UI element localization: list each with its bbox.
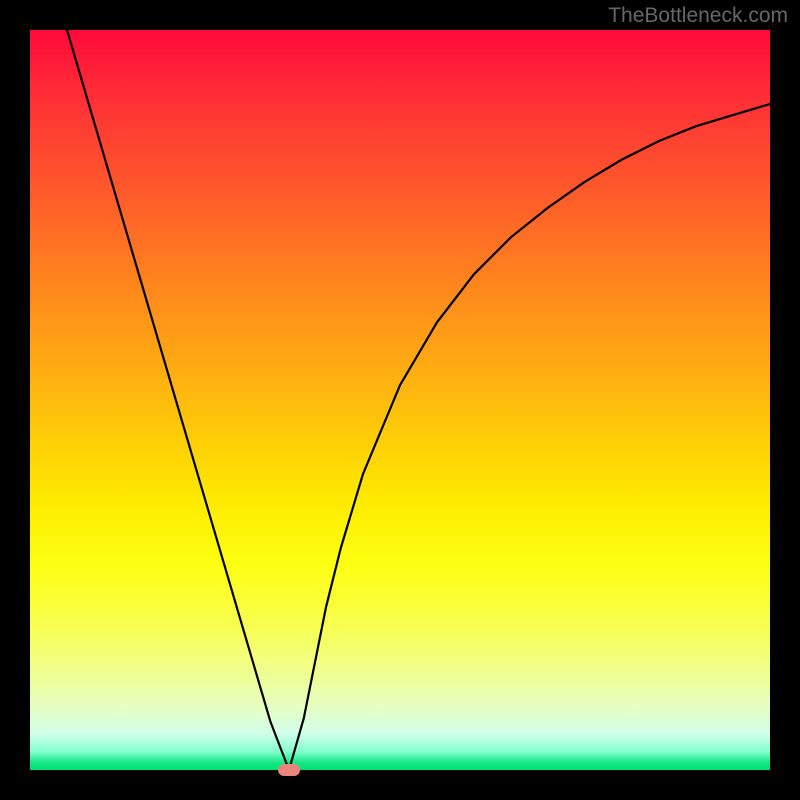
plot-area <box>30 30 770 770</box>
watermark-text: TheBottleneck.com <box>608 4 788 28</box>
bottleneck-curve <box>30 30 770 770</box>
optimal-marker <box>278 764 300 776</box>
